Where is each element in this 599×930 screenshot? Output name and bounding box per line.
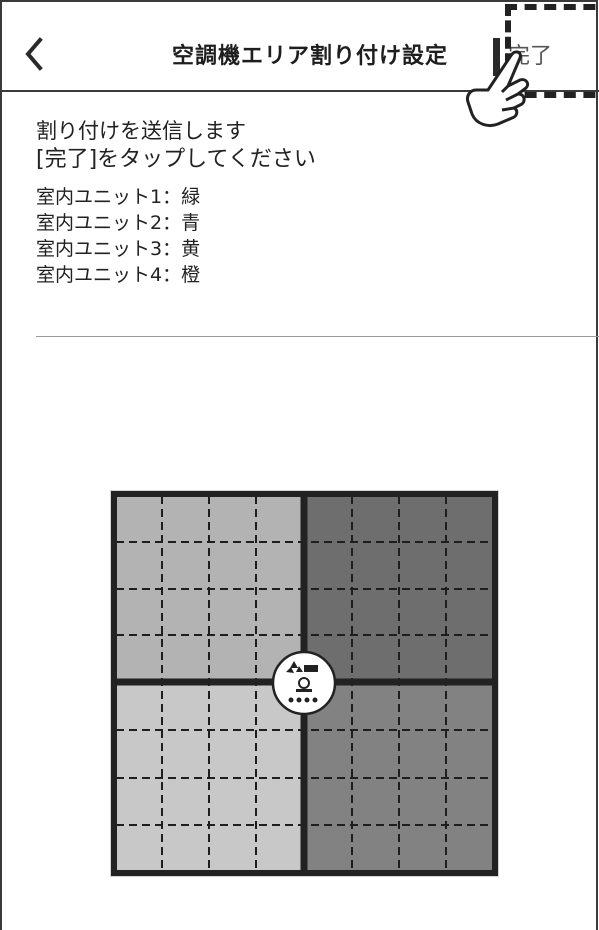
instruction-message: 割り付けを送信します [完了]をタップしてください: [36, 118, 316, 175]
back-button[interactable]: [18, 34, 58, 74]
unit-assignment-item: 室内ユニット4：橙: [36, 264, 201, 286]
unit-assignment-item: 室内ユニット2：青: [36, 212, 201, 234]
unit-assignment-item: 室内ユニット3：黄: [36, 238, 201, 260]
section-divider: [36, 336, 599, 337]
area-map: [110, 490, 499, 877]
instruction-line-1: 割り付けを送信します: [36, 119, 246, 143]
quadrant-bottom-left[interactable]: [116, 682, 305, 871]
chevron-left-icon: [25, 37, 43, 71]
instruction-line-2: [完了]をタップしてください: [36, 147, 316, 172]
unit-assignment-item: 室内ユニット1：緑: [36, 186, 201, 208]
unit-assignment-list: 室内ユニット1：緑 室内ユニット2：青 室内ユニット3：黄 室内ユニット4：橙: [36, 184, 200, 288]
page-title: 空調機エリア割り付け設定: [171, 44, 448, 69]
area-grid: [110, 490, 499, 877]
ceiling-unit-sensor-icon: [271, 650, 337, 716]
tap-hand-icon: [462, 46, 542, 138]
